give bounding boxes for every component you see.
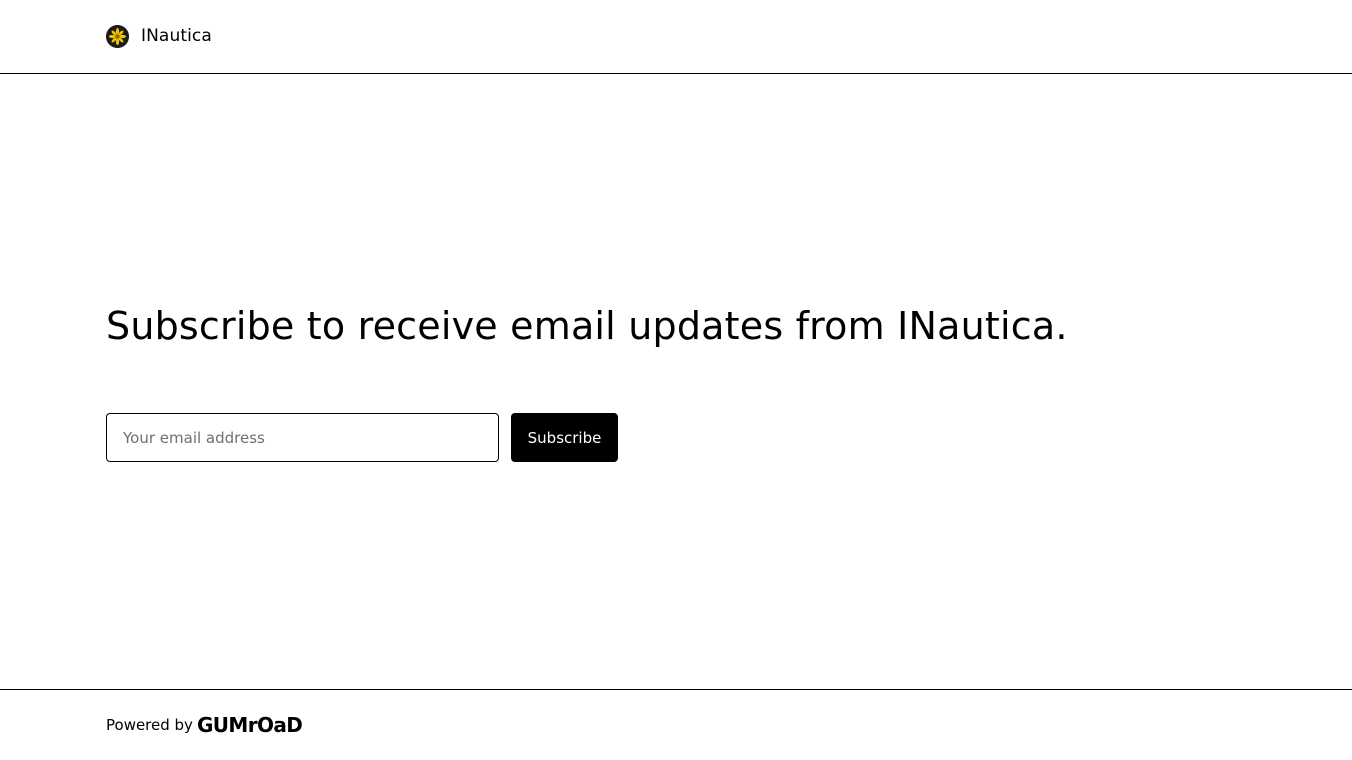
subscribe-section: Subscribe to receive email updates from … <box>106 300 1246 462</box>
page-title: Subscribe to receive email updates from … <box>106 304 1068 348</box>
site-header: INautica <box>0 0 1352 74</box>
powered-by-label: Powered by <box>106 716 193 734</box>
powered-by-gumroad-link[interactable]: Powered by GUMrOaD <box>106 713 303 737</box>
brand-link[interactable]: INautica <box>106 25 212 48</box>
site-footer: Powered by GUMrOaD <box>0 689 1352 760</box>
subscribe-form: Subscribe <box>106 413 618 462</box>
flower-logo-icon <box>106 25 129 48</box>
brand-name: INautica <box>141 26 212 46</box>
email-input[interactable] <box>106 413 499 462</box>
gumroad-logo: GUMrOaD <box>196 713 303 737</box>
subscribe-button[interactable]: Subscribe <box>511 413 618 462</box>
